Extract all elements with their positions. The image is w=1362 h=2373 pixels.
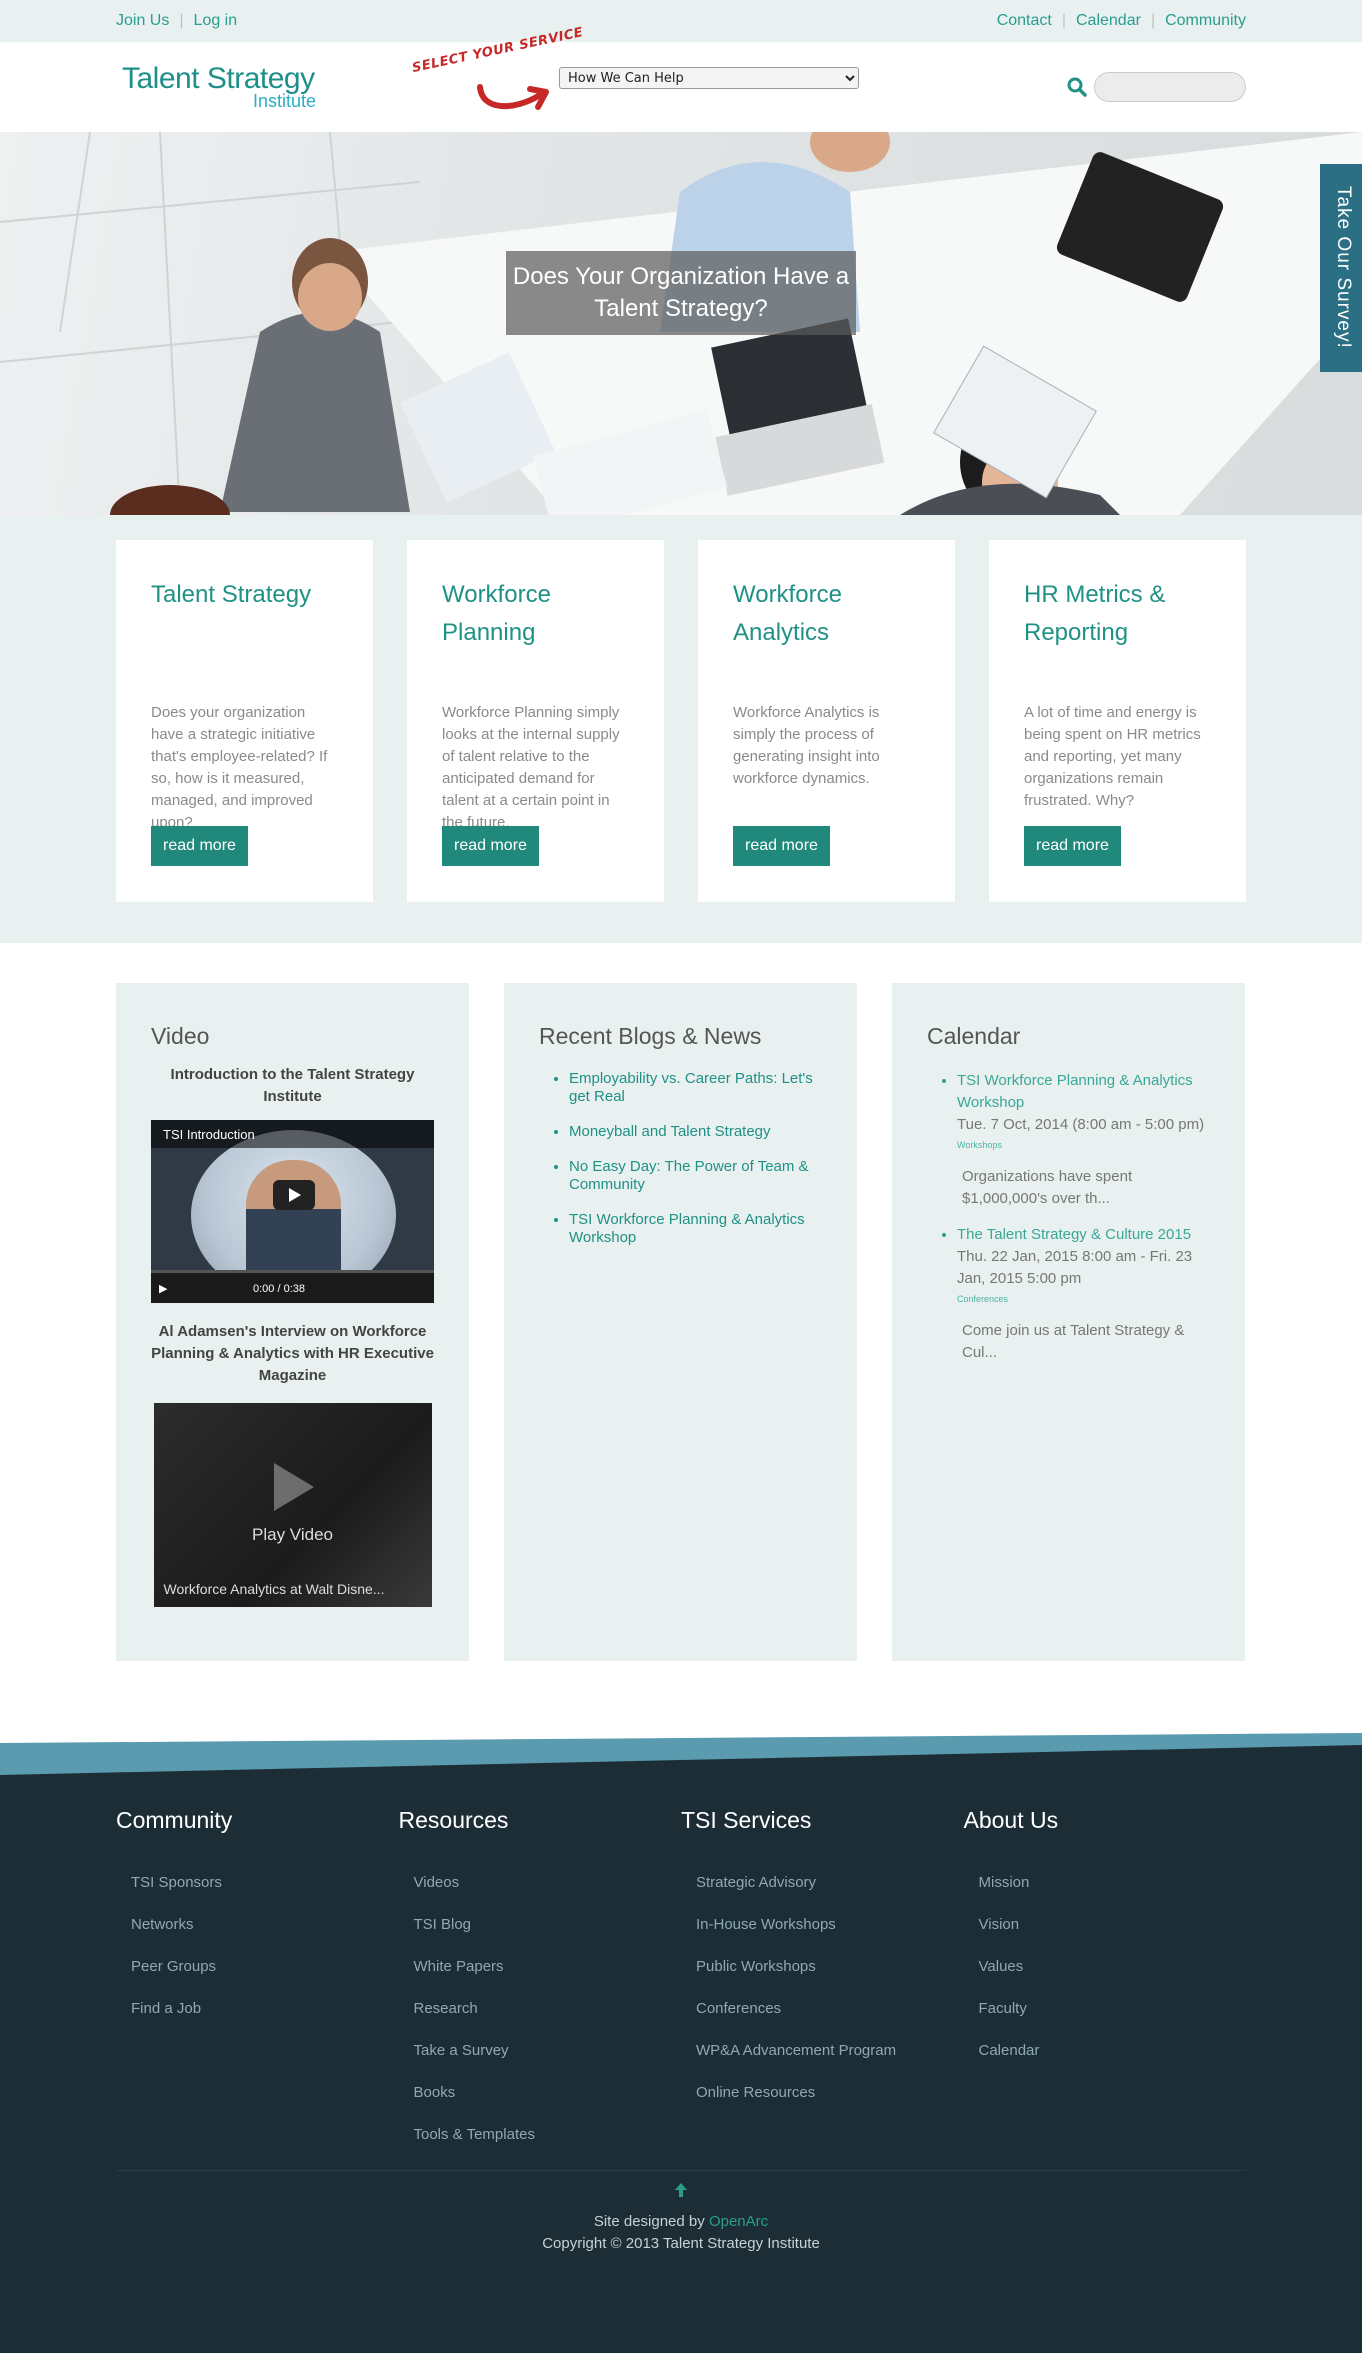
blog-list: Employability vs. Career Paths: Let's ge…	[539, 1070, 822, 1247]
card-title[interactable]: HR Metrics & Reporting	[1024, 576, 1212, 672]
video2-player[interactable]: Play Video Workforce Analytics at Walt D…	[153, 1403, 432, 1607]
card-text: Workforce Planning simply looks at the i…	[442, 704, 620, 831]
contact-link[interactable]: Contact	[997, 12, 1052, 30]
read-more-button[interactable]: read more	[1024, 826, 1121, 866]
separator: |	[179, 12, 184, 29]
designed-by-text: Site designed by	[593, 2213, 705, 2230]
service-select[interactable]: How We Can Help	[559, 67, 859, 89]
blogs-heading: Recent Blogs & News	[539, 1023, 762, 1049]
top-bar: Join Us | Log in Contact | Calendar | Co…	[0, 0, 1362, 42]
logo-line1: Talent Strategy	[122, 62, 315, 95]
video-heading: Video	[151, 1023, 210, 1049]
header: Talent Strategy Institute SELECT YOUR SE…	[0, 25, 1362, 132]
hero-banner: Does Your Organization Have a Talent Str…	[0, 132, 1362, 515]
event-excerpt: Organizations have spent $1,000,000's ov…	[962, 1168, 1133, 1207]
play-icon[interactable]	[273, 1463, 314, 1511]
separator: |	[1061, 12, 1066, 29]
services-section: Talent Strategy Does your organization h…	[0, 515, 1362, 943]
event-date: Thu. 22 Jan, 2015 8:00 am - Fri. 23 Jan,…	[957, 1248, 1193, 1287]
read-more-button[interactable]: read more	[442, 826, 539, 866]
event-date: Tue. 7 Oct, 2014 (8:00 am - 5:00 pm)	[957, 1116, 1205, 1133]
card-text: A lot of time and energy is being spent …	[1024, 704, 1201, 809]
video-time: 0:00 / 0:38	[253, 1283, 305, 1295]
swoosh-shape	[0, 1733, 1362, 1775]
video-title-bar: TSI Introduction	[151, 1120, 434, 1148]
event-item: The Talent Strategy & Culture 2015 Thu. …	[957, 1224, 1210, 1364]
progress-bar[interactable]	[151, 1270, 434, 1273]
calendar-panel: Calendar TSI Workforce Planning & Analyt…	[892, 983, 1245, 1661]
video1-title: Introduction to the Talent Strategy Inst…	[170, 1066, 415, 1105]
card-text: Workforce Analytics is simply the proces…	[733, 704, 880, 787]
red-arrow-icon	[477, 84, 549, 110]
copyright-text: Copyright © 2013 Talent Strategy Institu…	[542, 2235, 820, 2252]
survey-tab-label: Take Our Survey!	[1333, 186, 1354, 349]
content-columns: Video Introduction to the Talent Strateg…	[0, 943, 1362, 1733]
event-item: TSI Workforce Planning & Analytics Works…	[957, 1070, 1210, 1210]
blog-link[interactable]: TSI Workforce Planning & Analytics Works…	[569, 1211, 822, 1247]
card-text: Does your organization have a strategic …	[151, 704, 328, 831]
service-card-workforce-analytics: Workforce Analytics Workforce Analytics …	[698, 540, 955, 902]
event-excerpt: Come join us at Talent Strategy & Cul...	[962, 1322, 1185, 1361]
service-selector: SELECT YOUR SERVICE How We Can Help	[411, 25, 864, 117]
card-title[interactable]: Talent Strategy	[151, 576, 339, 672]
search-icon[interactable]	[1066, 76, 1088, 98]
service-card-workforce-planning: Workforce Planning Workforce Planning si…	[407, 540, 664, 902]
event-title-link[interactable]: TSI Workforce Planning & Analytics Works…	[957, 1070, 1210, 1114]
event-category-link[interactable]: Workshops	[957, 1140, 1210, 1150]
take-survey-tab[interactable]: Take Our Survey!	[1320, 164, 1362, 372]
card-title[interactable]: Workforce Planning	[442, 576, 630, 672]
back-to-top-arrow-icon[interactable]	[673, 2181, 689, 2199]
footer: Community TSI Sponsors Networks Peer Gro…	[0, 1775, 1362, 2353]
blogs-panel: Recent Blogs & News Employability vs. Ca…	[504, 983, 857, 1661]
service-card-talent-strategy: Talent Strategy Does your organization h…	[116, 540, 373, 902]
event-list: TSI Workforce Planning & Analytics Works…	[927, 1070, 1210, 1364]
utility-links: Contact | Calendar | Community	[997, 12, 1246, 30]
video-controls: ▶ 0:00 / 0:38	[151, 1270, 434, 1303]
read-more-button[interactable]: read more	[733, 826, 830, 866]
read-more-button[interactable]: read more	[151, 826, 248, 866]
play-video-label: Play Video	[252, 1525, 333, 1544]
account-links: Join Us | Log in	[116, 12, 237, 30]
search-box	[1066, 72, 1246, 102]
blog-link[interactable]: Moneyball and Talent Strategy	[569, 1123, 822, 1141]
designer-link[interactable]: OpenArc	[709, 2213, 768, 2230]
footer-divider	[116, 2170, 1246, 2171]
video-panel: Video Introduction to the Talent Strateg…	[116, 983, 469, 1661]
search-input[interactable]	[1094, 72, 1246, 102]
video2-caption: Workforce Analytics at Walt Disne...	[163, 1581, 385, 1597]
separator: |	[1150, 12, 1156, 29]
play-icon[interactable]	[273, 1180, 315, 1210]
card-title[interactable]: Workforce Analytics	[733, 576, 921, 672]
event-category-link[interactable]: Conferences	[957, 1294, 1210, 1304]
service-card-hr-metrics: HR Metrics & Reporting A lot of time and…	[989, 540, 1246, 902]
community-link[interactable]: Community	[1165, 12, 1246, 30]
blog-link[interactable]: Employability vs. Career Paths: Let's ge…	[569, 1070, 822, 1106]
log-in-link[interactable]: Log in	[194, 12, 238, 30]
logo[interactable]: Talent Strategy Institute	[122, 62, 322, 111]
join-us-link[interactable]: Join Us	[116, 12, 169, 30]
calendar-heading: Calendar	[927, 1023, 1021, 1049]
calendar-link[interactable]: Calendar	[1076, 12, 1141, 30]
video1-player[interactable]: TSI Introduction ▶ 0:00 / 0:38	[151, 1120, 434, 1303]
footer-swoosh	[0, 1733, 1362, 1775]
footer-credits: Site designed by OpenArc Copyright © 201…	[116, 2211, 1246, 2255]
play-button-icon[interactable]: ▶	[159, 1283, 167, 1295]
hero-caption: Does Your Organization Have a Talent Str…	[506, 251, 856, 335]
event-title-link[interactable]: The Talent Strategy & Culture 2015	[957, 1224, 1210, 1246]
video2-title: Al Adamsen's Interview on Workforce Plan…	[151, 1323, 434, 1384]
blog-link[interactable]: No Easy Day: The Power of Team & Communi…	[569, 1158, 822, 1194]
